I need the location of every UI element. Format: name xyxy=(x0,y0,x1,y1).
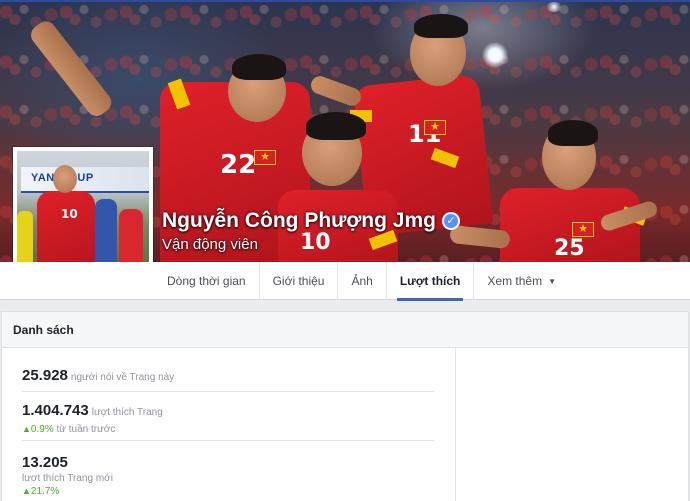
panel-header: Danh sách xyxy=(1,311,689,347)
change-text: từ tuần trước xyxy=(56,424,116,435)
stat-value: 13.205 xyxy=(22,454,68,471)
stat-page-likes: 1.404.743 lượt thích Trang ▲0.9% từ tuần … xyxy=(22,402,434,435)
vietnam-flag-icon: ★ xyxy=(254,150,276,165)
caret-down-icon: ▼ xyxy=(548,276,556,286)
panel-title: Danh sách xyxy=(13,323,74,337)
stat-description: người nói về Trang này xyxy=(70,372,175,383)
jersey-number: 25 xyxy=(554,236,585,261)
stat-description: lượt thích Trang xyxy=(91,407,163,418)
change-percent: 21.7% xyxy=(30,486,60,497)
tab-about[interactable]: Giới thiệu xyxy=(260,262,339,300)
profile-player-head xyxy=(53,165,77,193)
stat-change: ▲21.7% xyxy=(22,486,434,497)
tab-more[interactable]: Xem thêm ▼ xyxy=(474,262,569,300)
tab-label: Lượt thích xyxy=(399,274,461,288)
vietnam-flag-icon: ★ xyxy=(572,222,594,237)
arrow-up-icon: ▲ xyxy=(22,424,31,434)
stat-description: lượt thích Trang mới xyxy=(22,473,113,484)
tab-likes[interactable]: Lượt thích xyxy=(387,262,475,301)
page-title-area: Nguyễn Công Phượng Jmg ✓ xyxy=(162,209,460,233)
divider xyxy=(22,391,434,392)
profile-jersey-number: 10 xyxy=(61,207,78,221)
stat-change: ▲0.9% từ tuần trước xyxy=(22,424,434,435)
page-name[interactable]: Nguyễn Công Phượng Jmg xyxy=(162,209,436,233)
tab-timeline[interactable]: Dòng thời gian xyxy=(154,262,260,300)
tab-label: Dòng thời gian xyxy=(167,274,246,288)
stat-new-page-likes: 13.205 lượt thích Trang mới ▲21.7% xyxy=(22,454,434,497)
stats-panel: 25.928 người nói về Trang này 1.404.743 lư… xyxy=(1,347,689,501)
tab-label: Ảnh xyxy=(351,274,373,288)
referee-figure xyxy=(95,199,117,269)
stat-value: 25.928 xyxy=(22,367,68,384)
divider xyxy=(22,440,434,441)
vietnam-flag-icon: ★ xyxy=(424,120,446,135)
jersey-number: 10 xyxy=(300,230,331,255)
change-percent: 0.9% xyxy=(30,424,54,435)
page-tab-bar: Dòng thời gian Giới thiệu Ảnh Lượt thích… xyxy=(0,262,690,301)
stadium-banner: YAN... CUP xyxy=(21,167,149,193)
tabs: Dòng thời gian Giới thiệu Ảnh Lượt thích… xyxy=(154,262,569,301)
panel-divider xyxy=(455,348,456,501)
stadium-light xyxy=(545,2,563,12)
arrow-up-icon: ▲ xyxy=(22,486,31,496)
verified-check-icon: ✓ xyxy=(441,212,460,230)
stadium-light xyxy=(482,42,508,68)
tab-photos[interactable]: Ảnh xyxy=(338,262,387,300)
jersey-number: 22 xyxy=(220,150,257,180)
stat-value: 1.404.743 xyxy=(22,402,89,419)
stat-talking-about: 25.928 người nói về Trang này xyxy=(22,367,434,385)
tab-label: Giới thiệu xyxy=(272,274,325,288)
tab-label: Xem thêm xyxy=(487,274,543,288)
page-category[interactable]: Vận động viên xyxy=(162,236,258,253)
